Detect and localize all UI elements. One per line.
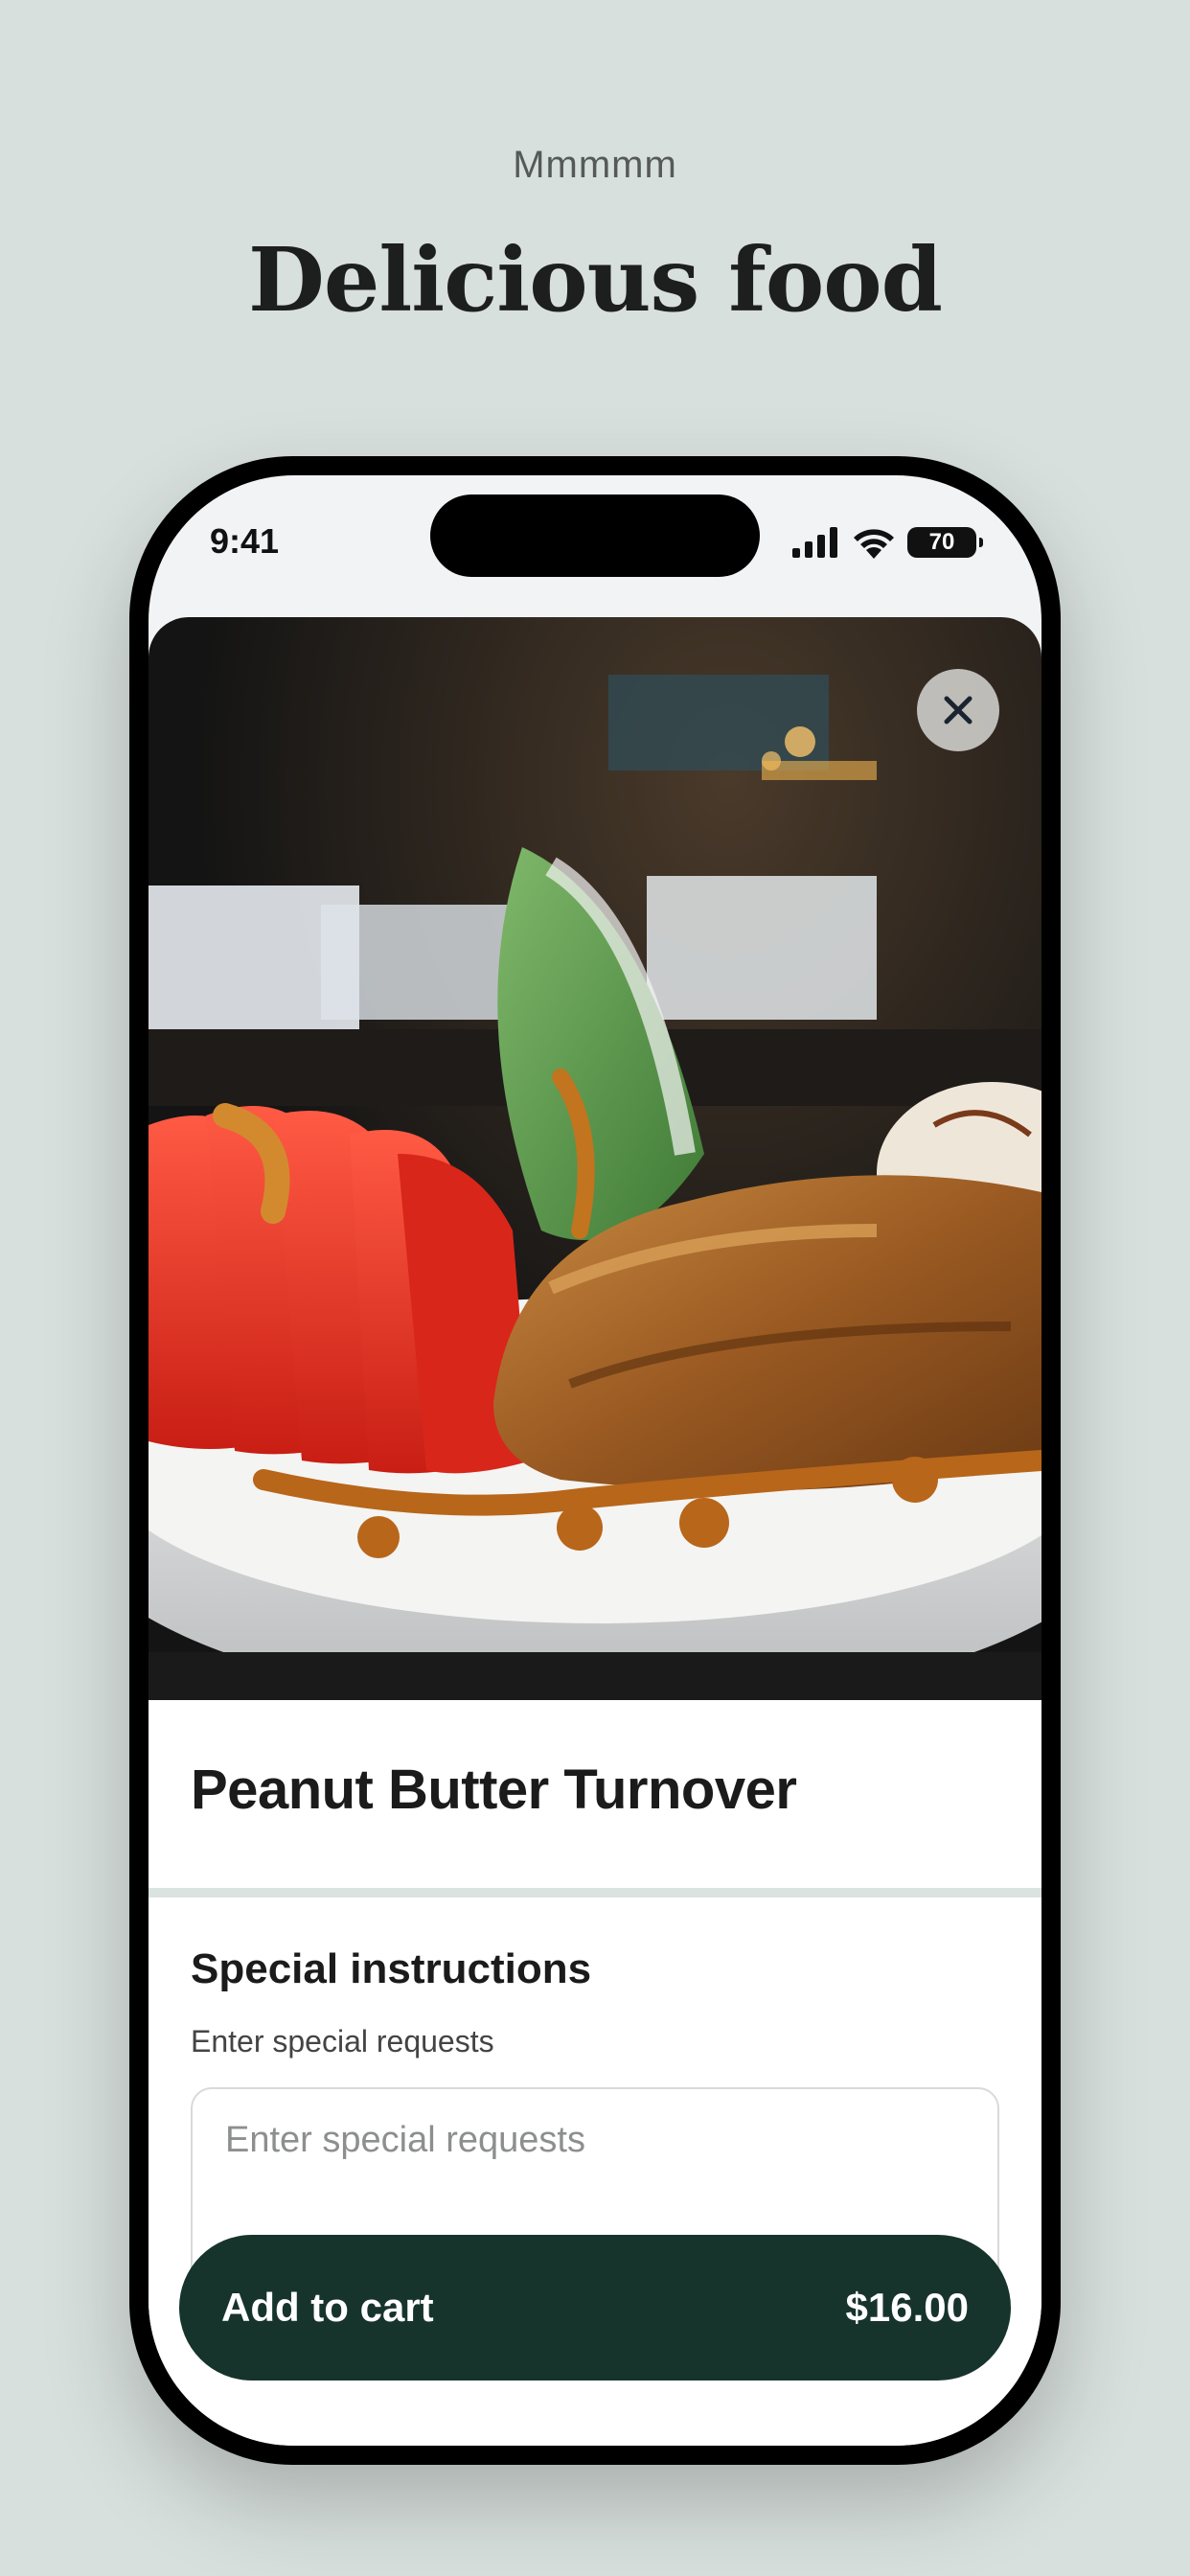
add-to-cart-button[interactable]: Add to cart $16.00 [179,2235,1011,2380]
item-title: Peanut Butter Turnover [191,1759,797,1821]
dessert-illustration [149,617,1041,1700]
headline: Delicious food [248,228,943,332]
phone-frame: 9:41 70 Peanut Butter Turnover Special i… [129,456,1061,2465]
battery-icon: 70 [907,527,983,558]
wifi-icon [854,529,894,559]
section-divider [149,1888,1041,1898]
status-time: 9:41 [210,521,280,561]
dynamic-island [430,494,760,577]
dessert-photo [149,617,1041,1700]
special-instructions-title: Special instructions [191,1945,592,1992]
close-icon [944,696,973,724]
status-icons: 70 [792,525,983,560]
cart-price: $16.00 [845,2285,969,2330]
signal-icon [792,527,837,558]
close-button[interactable] [917,669,999,751]
add-to-cart-label: Add to cart [221,2285,434,2330]
item-sheet: Peanut Butter Turnover Special instructi… [149,617,1041,2446]
phone-screen: 9:41 70 Peanut Butter Turnover Special i… [149,475,1041,2446]
special-instructions-subtitle: Enter special requests [191,2024,494,2058]
battery-level: 70 [928,529,955,555]
eyebrow-text: Mmmmm [513,144,677,186]
